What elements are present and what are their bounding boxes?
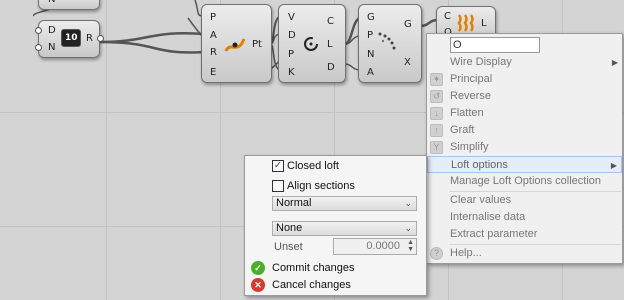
check-icon: ✓ <box>272 160 284 172</box>
pin-x: X <box>404 57 411 68</box>
divide-icon: 10 <box>61 29 81 47</box>
menu-item-label: Help... <box>450 247 482 259</box>
unset-value-input[interactable]: 0.0000 ▲ ▼ <box>333 238 417 255</box>
chevron-down-icon: ⌄ <box>404 223 412 233</box>
pin-l: L <box>327 39 333 50</box>
pin-n: N <box>48 42 56 53</box>
simplify-icon: Y <box>430 141 443 154</box>
evaluate-curve-component[interactable]: P A R E Pt <box>201 4 272 83</box>
top-component[interactable]: N <box>38 0 100 10</box>
pin-k: K <box>288 67 295 78</box>
curve-point-icon <box>224 38 246 52</box>
checkbox-label: Closed loft <box>287 160 339 172</box>
menu-item-label: Manage Loft Options collection <box>450 175 602 187</box>
numeric-value: 0.0000 <box>366 240 400 252</box>
help-icon: ? <box>430 247 443 260</box>
divide-component[interactable]: D N R 10 <box>35 20 104 58</box>
menu-item-extract-parameter[interactable]: Extract parameter <box>427 226 622 243</box>
loft-type-dropdown[interactable]: Normal ⌄ <box>272 196 417 211</box>
context-menu: O Wire Display ▶ ✦ Principal ↺ Reverse ↓… <box>426 33 623 264</box>
menu-item-graft[interactable]: ↑ Graft <box>427 122 622 139</box>
pin-r: R <box>86 33 93 44</box>
pin-l: L <box>481 18 487 29</box>
pin-a: A <box>367 67 374 78</box>
point-grid-icon <box>378 32 396 50</box>
principal-icon: ✦ <box>430 73 443 86</box>
pin-d-out: D <box>327 62 335 73</box>
dropdown-value: Normal <box>276 197 312 209</box>
menu-item-manage-loft-options[interactable]: Manage Loft Options collection <box>427 173 622 190</box>
menu-item-label: Wire Display <box>450 56 512 68</box>
check-circle-icon: ✓ <box>251 261 265 275</box>
pin-n: N <box>48 0 55 6</box>
pin-p: P <box>288 49 295 60</box>
menu-item-principal[interactable]: ✦ Principal <box>427 71 622 88</box>
menu-item-label: Extract parameter <box>450 228 538 240</box>
menu-item-wire-display[interactable]: Wire Display ▶ <box>427 54 622 71</box>
pin-d: D <box>288 30 296 41</box>
chevron-down-icon: ⌄ <box>404 198 412 208</box>
reverse-icon: ↺ <box>430 90 443 103</box>
loft-options-panel: ✓ Closed loft Align sections Normal ⌄ No… <box>244 155 427 296</box>
cancel-label: Cancel changes <box>272 279 351 291</box>
param-name-input[interactable]: O <box>450 37 540 53</box>
grasshopper-canvas[interactable]: N D N R 10 P A R E Pt V D P K C L D <box>0 0 624 300</box>
pin-e: E <box>210 67 217 78</box>
menu-item-label: Reverse <box>450 90 491 102</box>
loft-icon <box>457 14 474 32</box>
pin-v: V <box>288 12 295 23</box>
menu-item-label: Simplify <box>450 141 489 153</box>
cancel-circle-icon: ✕ <box>251 278 265 292</box>
pin-c: C <box>444 11 451 22</box>
pin-n: N <box>367 49 375 60</box>
pin-g-out: G <box>404 19 412 30</box>
flatten-icon: ↓ <box>430 107 443 120</box>
pin-a: A <box>210 30 217 41</box>
commit-label: Commit changes <box>272 262 355 274</box>
menu-item-loft-options[interactable]: Loft options ▶ <box>427 156 622 173</box>
input-grip[interactable] <box>35 44 42 51</box>
divide-grid-component[interactable]: G P N A G X <box>358 4 422 83</box>
rebuild-dropdown[interactable]: None ⌄ <box>272 221 417 236</box>
menu-item-label: Clear values <box>450 194 512 206</box>
circle-curve-icon <box>304 37 318 51</box>
menu-item-flatten[interactable]: ↓ Flatten <box>427 105 622 122</box>
pin-p: P <box>367 30 374 41</box>
menu-item-label: Internalise data <box>450 211 526 223</box>
graft-icon: ↑ <box>430 124 443 137</box>
menu-item-label: Principal <box>450 73 493 85</box>
menu-item-internalise-data[interactable]: Internalise data <box>427 209 622 226</box>
output-grip[interactable] <box>97 35 104 42</box>
submenu-arrow-icon: ▶ <box>611 58 618 67</box>
menu-item-label: Graft <box>450 124 475 136</box>
pin-p: P <box>210 12 217 23</box>
pin-c: C <box>327 16 334 27</box>
menu-item-label: Loft options <box>451 159 508 171</box>
checkbox-label: Align sections <box>287 180 355 192</box>
menu-item-help[interactable]: ? Help... <box>427 245 622 262</box>
unchecked-box <box>272 180 284 192</box>
menu-item-label: Flatten <box>450 107 484 119</box>
unset-label: Unset <box>274 241 303 253</box>
submenu-arrow-icon: ▶ <box>610 161 617 170</box>
dropdown-value: None <box>276 222 303 234</box>
input-grip[interactable] <box>35 27 42 34</box>
menu-item-simplify[interactable]: Y Simplify <box>427 139 622 156</box>
pin-g: G <box>367 12 375 23</box>
menu-item-clear-values[interactable]: Clear values <box>427 192 622 209</box>
pin-d: D <box>48 25 56 36</box>
pin-r: R <box>210 47 217 58</box>
pin-pt: Pt <box>252 39 262 50</box>
menu-item-reverse[interactable]: ↺ Reverse <box>427 88 622 105</box>
curve-component[interactable]: V D P K C L D <box>278 4 346 83</box>
spinner-icon[interactable]: ▲ ▼ <box>407 239 414 253</box>
